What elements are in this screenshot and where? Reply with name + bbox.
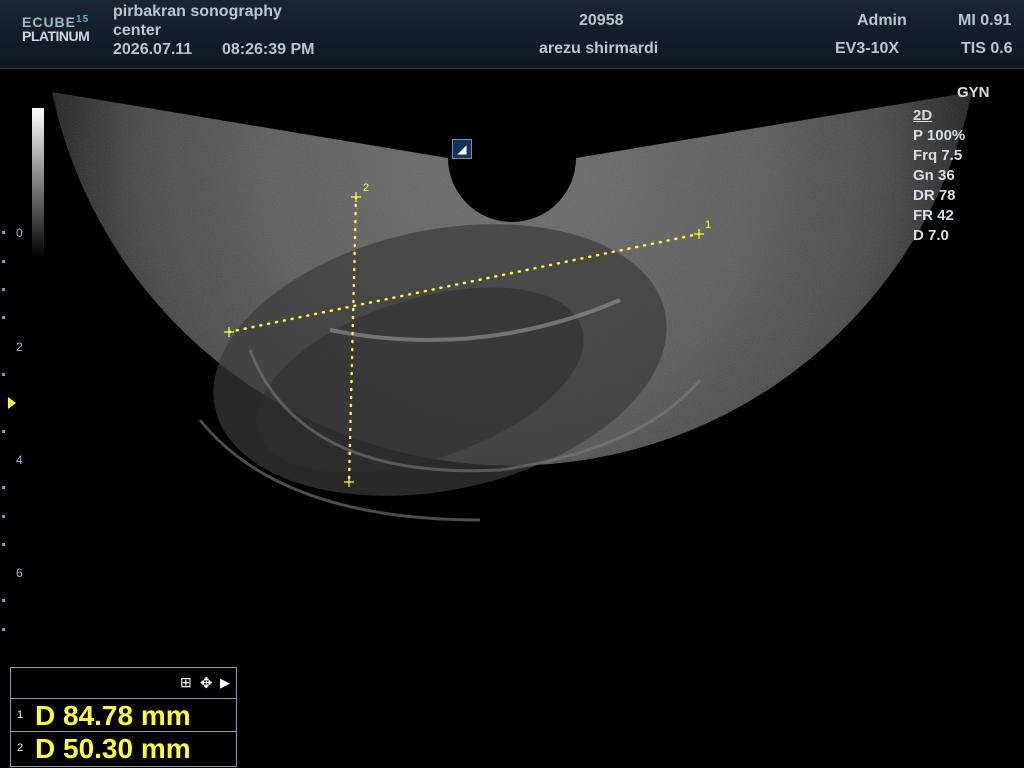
grayscale-bar — [32, 108, 44, 258]
depth-tick — [2, 430, 5, 433]
preset-label: GYN — [957, 84, 990, 101]
grid-icon[interactable]: ⊞ — [180, 674, 192, 691]
imaging-parameters: 2D P 100% Frq 7.5 Gn 36 DR 78 FR 42 D 7.… — [913, 106, 965, 246]
measurement-value: D 84.78 mm — [35, 700, 191, 731]
frame-rate-value: FR 42 — [913, 207, 954, 224]
depth-tick — [2, 288, 5, 291]
power-value: P 100% — [913, 127, 966, 144]
depth-tick — [2, 231, 5, 234]
measurement-index: 2 — [17, 742, 24, 754]
depth-tick — [2, 316, 5, 319]
depth-value: D 7.0 — [913, 227, 949, 244]
gain-value: Gn 36 — [913, 167, 955, 184]
caliper-label-1: 1 — [705, 219, 711, 231]
ultrasound-image: 1 2 — [52, 92, 972, 522]
orientation-marker: ◢ — [452, 139, 472, 159]
depth-tick — [2, 515, 5, 518]
depth-tick — [2, 260, 5, 263]
depth-tick — [2, 373, 5, 376]
depth-tick — [2, 628, 5, 631]
measurement-row[interactable]: 2 D 50.30 mm — [11, 732, 236, 764]
move-icon[interactable]: ✥ — [200, 674, 213, 692]
imaging-mode: 2D — [913, 107, 933, 124]
measurement-index: 1 — [17, 709, 24, 721]
measurement-row[interactable]: 1 D 84.78 mm — [11, 699, 236, 732]
dynamic-range-value: DR 78 — [913, 187, 956, 204]
measurement-value: D 50.30 mm — [35, 733, 191, 764]
caliper-label-2: 2 — [363, 182, 369, 194]
depth-label-4: 4 — [16, 453, 23, 467]
measurement-toolbar: ⊞ ✥ ▶ — [11, 668, 236, 699]
depth-tick — [2, 486, 5, 489]
depth-label-0: 0 — [16, 226, 23, 240]
depth-tick — [2, 543, 5, 546]
measurement-results-panel: ⊞ ✥ ▶ 1 D 84.78 mm 2 D 50.30 mm — [10, 667, 237, 767]
play-icon[interactable]: ▶ — [220, 675, 230, 691]
frequency-value: Frq 7.5 — [913, 147, 963, 164]
depth-tick — [2, 599, 5, 602]
depth-label-2: 2 — [16, 340, 23, 354]
focus-marker-icon[interactable] — [8, 397, 16, 409]
depth-label-6: 6 — [16, 566, 23, 580]
